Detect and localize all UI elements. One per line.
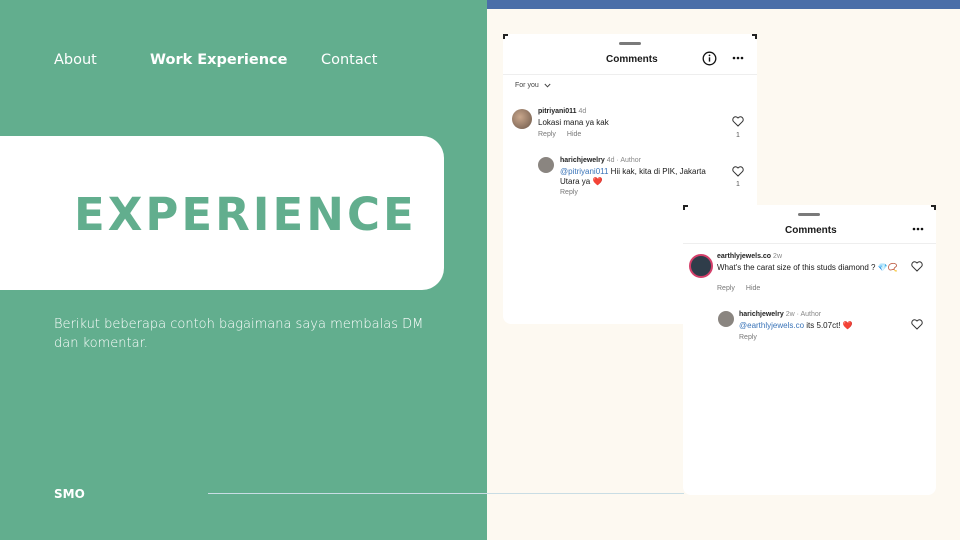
footer-label: SMO <box>54 487 85 501</box>
avatar[interactable] <box>689 254 713 278</box>
header-separator <box>683 243 936 244</box>
chevron-down-icon[interactable] <box>544 83 551 88</box>
reply-button[interactable]: Reply <box>560 189 578 196</box>
hide-button[interactable]: Hide <box>567 131 581 138</box>
more-icon[interactable] <box>912 227 924 231</box>
like-count: 1 <box>736 132 740 139</box>
heart-icon[interactable] <box>911 261 923 272</box>
header-separator <box>503 74 757 75</box>
reply-button[interactable]: Reply <box>717 285 735 292</box>
avatar[interactable] <box>538 157 554 173</box>
drag-handle[interactable] <box>798 213 820 216</box>
nav-contact[interactable]: Contact <box>321 52 377 68</box>
heart-icon[interactable] <box>732 116 744 127</box>
reply-username[interactable]: harichjewelry 2w · Author <box>739 311 821 318</box>
heart-icon[interactable] <box>732 166 744 177</box>
corner-mark <box>683 205 688 210</box>
comment-actions: Reply Hide <box>538 131 592 138</box>
like-count: 1 <box>736 181 740 188</box>
description: Berikut beberapa contoh bagaimana saya m… <box>54 317 424 351</box>
comments-title: Comments <box>606 54 658 65</box>
reply-username[interactable]: harichjewelry 4d · Author <box>560 157 641 164</box>
corner-mark <box>503 34 508 39</box>
reply-button[interactable]: Reply <box>538 131 556 138</box>
reply-button[interactable]: Reply <box>739 334 757 341</box>
comment-actions: Reply Hide <box>717 285 771 292</box>
corner-mark <box>931 205 936 210</box>
top-accent-bar <box>487 0 960 9</box>
nav-about[interactable]: About <box>54 52 97 68</box>
comment-text: What's the carat size of this studs diam… <box>717 263 898 272</box>
page-title: EXPERIENCE <box>74 188 417 241</box>
footer-divider <box>208 493 684 494</box>
reply-actions: Reply <box>739 334 768 341</box>
more-icon[interactable] <box>732 56 744 60</box>
reply-actions: Reply <box>560 189 589 196</box>
avatar[interactable] <box>512 109 532 129</box>
mention-link[interactable]: @pitriyani011 <box>560 167 608 176</box>
mention-link[interactable]: @earthlyjewels.co <box>739 321 804 330</box>
reply-text: @earthlyjewels.co its 5.07ct! ❤️ <box>739 321 853 330</box>
drag-handle[interactable] <box>619 42 641 45</box>
filter-select[interactable]: For you <box>515 82 539 89</box>
filter-label: For you <box>515 82 539 89</box>
comment-username[interactable]: pitriyani011 4d <box>538 108 586 115</box>
heart-icon[interactable] <box>911 319 923 330</box>
avatar[interactable] <box>718 311 734 327</box>
info-icon[interactable] <box>702 51 717 66</box>
comments-card-2: Comments earthlyjewels.co 2w What's the … <box>683 205 936 495</box>
reply-text: @pitriyani011 Hii kak, kita di PIK, Jaka… <box>560 167 706 186</box>
hide-button[interactable]: Hide <box>746 285 760 292</box>
comment-text: Lokasi mana ya kak <box>538 118 609 127</box>
nav-work-experience[interactable]: Work Experience <box>150 52 287 68</box>
comments-title: Comments <box>785 225 837 236</box>
corner-mark <box>752 34 757 39</box>
comment-username[interactable]: earthlyjewels.co 2w <box>717 253 782 260</box>
